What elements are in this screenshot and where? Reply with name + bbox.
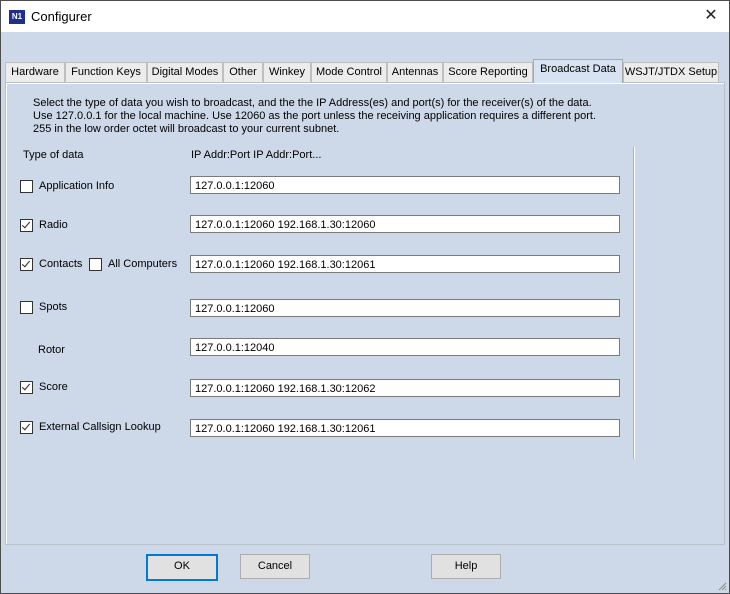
- tab-antennas[interactable]: Antennas: [387, 62, 443, 82]
- tab-other[interactable]: Other: [223, 62, 263, 82]
- spots-checkbox[interactable]: [20, 301, 33, 314]
- callsign-lookup-checkbox[interactable]: [20, 421, 33, 434]
- radio-ip-field[interactable]: 127.0.0.1:12060 192.168.1.30:12060: [190, 215, 620, 233]
- tab-digital-modes[interactable]: Digital Modes: [147, 62, 223, 82]
- callsign-lookup-ip-field[interactable]: 127.0.0.1:12060 192.168.1.30:12061: [190, 419, 620, 437]
- window-title: Configurer: [31, 9, 92, 24]
- score-checkbox[interactable]: [20, 381, 33, 394]
- description-line-2: Use 127.0.0.1 for the local machine. Use…: [33, 110, 596, 122]
- spots-ip-field[interactable]: 127.0.0.1:12060: [190, 299, 620, 317]
- tab-broadcast-data[interactable]: Broadcast Data: [533, 59, 623, 83]
- divider: [633, 147, 635, 459]
- app-logo-icon: N1: [9, 10, 25, 24]
- app-info-ip-field[interactable]: 127.0.0.1:12060: [190, 176, 620, 194]
- rotor-ip-field[interactable]: 127.0.0.1:12040: [190, 338, 620, 356]
- tab-hardware[interactable]: Hardware: [5, 62, 65, 82]
- close-icon[interactable]: ✕: [701, 6, 721, 26]
- contacts-checkbox[interactable]: [20, 258, 33, 271]
- ip-port-header: IP Addr:Port IP Addr:Port...: [191, 149, 322, 161]
- all-computers-label: All Computers: [108, 258, 178, 270]
- app-info-checkbox[interactable]: [20, 180, 33, 193]
- description-line-1: Select the type of data you wish to broa…: [33, 97, 592, 109]
- rotor-label: Rotor: [38, 344, 65, 356]
- radio-checkbox[interactable]: [20, 219, 33, 232]
- type-of-data-header: Type of data: [23, 149, 84, 161]
- title-bar: N1 Configurer ✕: [1, 1, 729, 32]
- tab-mode-control[interactable]: Mode Control: [311, 62, 387, 82]
- help-button[interactable]: Help: [431, 554, 501, 579]
- ok-button[interactable]: OK: [146, 554, 218, 581]
- configurer-window: N1 Configurer ✕ Hardware Function Keys D…: [0, 0, 730, 594]
- resize-grip-icon[interactable]: [717, 581, 727, 591]
- tab-winkey[interactable]: Winkey: [263, 62, 311, 82]
- app-info-label: Application Info: [39, 180, 115, 192]
- score-label: Score: [39, 381, 68, 393]
- description-line-3: 255 in the low order octet will broadcas…: [33, 123, 340, 135]
- tab-wsjt-jtdx-setup[interactable]: WSJT/JTDX Setup: [623, 62, 719, 82]
- cancel-button[interactable]: Cancel: [240, 554, 310, 579]
- radio-label: Radio: [39, 219, 68, 231]
- score-ip-field[interactable]: 127.0.0.1:12060 192.168.1.30:12062: [190, 379, 620, 397]
- all-computers-checkbox[interactable]: [89, 258, 102, 271]
- callsign-lookup-label: External Callsign Lookup: [39, 421, 161, 433]
- spots-label: Spots: [39, 301, 68, 313]
- tab-function-keys[interactable]: Function Keys: [65, 62, 147, 82]
- contacts-ip-field[interactable]: 127.0.0.1:12060 192.168.1.30:12061: [190, 255, 620, 273]
- contacts-label: Contacts: [39, 258, 83, 270]
- tab-score-reporting[interactable]: Score Reporting: [443, 62, 533, 82]
